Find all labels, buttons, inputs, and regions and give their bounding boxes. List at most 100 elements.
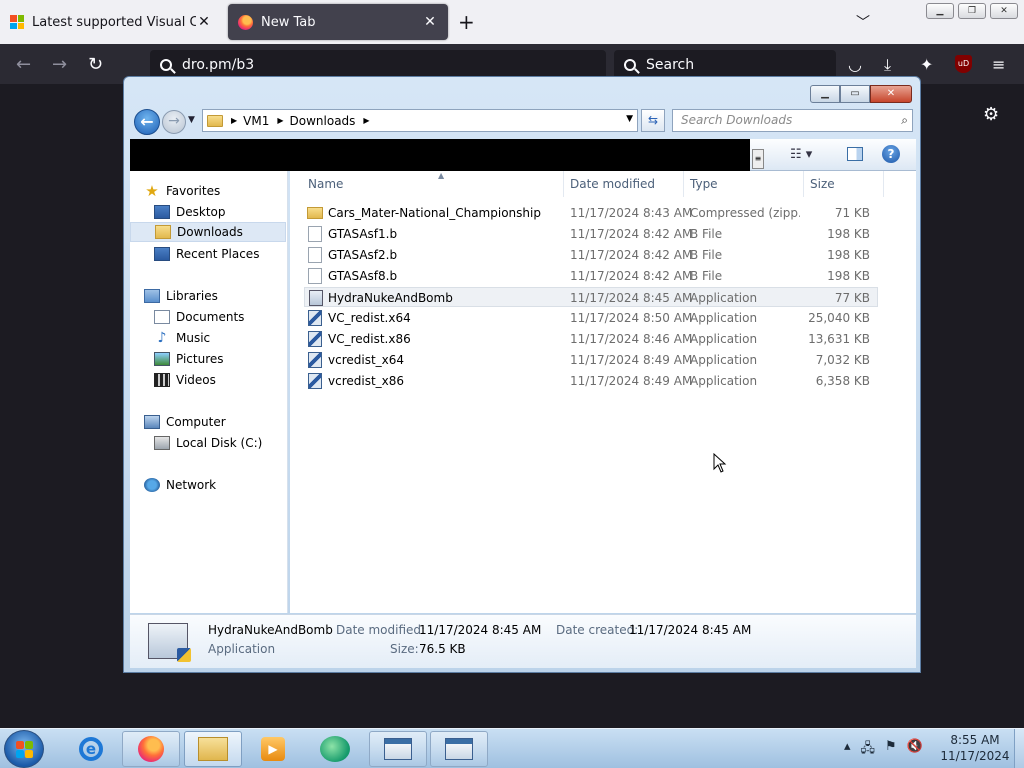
column-header-type[interactable]: Type — [684, 171, 804, 197]
list-tabs-chevron-icon[interactable]: ﹀ — [856, 12, 870, 32]
breadcrumb-vm1[interactable]: VM1 — [243, 114, 269, 128]
taskbar-window-1[interactable] — [369, 731, 427, 767]
breadcrumb-separator-icon[interactable]: ▶ — [277, 116, 283, 125]
column-header-date-modified[interactable]: Date modified — [564, 171, 684, 197]
documents-icon — [154, 310, 170, 324]
start-button[interactable] — [4, 730, 44, 768]
file-size: 13,631 KB — [808, 332, 870, 346]
taskbar-app-fish[interactable] — [306, 731, 364, 767]
back-arrow-icon[interactable]: ← — [16, 54, 31, 75]
preview-pane-icon[interactable] — [847, 147, 863, 161]
taskbar-internet-explorer[interactable]: e — [62, 731, 120, 767]
taskbar-firefox[interactable] — [122, 731, 180, 767]
file-row[interactable]: VC_redist.x64 11/17/2024 8:50 AM Applica… — [304, 308, 878, 328]
back-button[interactable]: ← — [134, 109, 160, 135]
breadcrumb-downloads[interactable]: Downloads — [290, 114, 356, 128]
nav-libraries[interactable]: Libraries — [144, 286, 218, 306]
file-type: B File — [690, 248, 723, 262]
refresh-button[interactable]: ⇆ — [641, 109, 665, 132]
nav-label: Favorites — [166, 184, 221, 198]
forward-arrow-icon[interactable]: → — [52, 54, 67, 75]
generic-file-icon — [308, 247, 322, 263]
settings-gear-icon[interactable]: ⚙ — [983, 104, 999, 125]
file-row[interactable]: GTASAsf8.b 11/17/2024 8:42 AM B File 198… — [304, 266, 878, 286]
clock-time: 8:55 AM — [950, 733, 1000, 747]
file-row-selected[interactable]: HydraNukeAndBomb 11/17/2024 8:45 AM Appl… — [304, 287, 878, 307]
tab-close-icon[interactable]: ✕ — [422, 14, 438, 30]
restore-button[interactable]: ❐ — [958, 3, 986, 19]
nav-favorites[interactable]: ★ Favorites — [144, 181, 220, 201]
nav-network[interactable]: Network — [144, 475, 216, 495]
file-name: Cars_Mater-National_Championship — [328, 206, 541, 220]
size-label: Size: — [390, 642, 419, 656]
taskbar-media-player[interactable]: ▶ — [244, 731, 302, 767]
file-name: VC_redist.x64 — [328, 311, 411, 325]
network-tray-icon[interactable]: 🖧 — [861, 739, 876, 761]
reload-icon[interactable]: ↻ — [88, 54, 103, 75]
tab-new-tab[interactable]: New Tab ✕ — [228, 4, 448, 40]
new-tab-plus-icon[interactable]: + — [458, 10, 475, 34]
nav-music[interactable]: ♪ Music — [154, 328, 211, 348]
installer-icon — [308, 310, 322, 326]
file-size: 25,040 KB — [808, 311, 870, 325]
breadcrumb-separator-icon[interactable]: ▶ — [231, 116, 237, 125]
action-center-flag-icon[interactable]: ⚑ — [885, 739, 897, 761]
nav-computer[interactable]: Computer — [144, 412, 226, 432]
extensions-icon[interactable]: ✦ — [920, 55, 933, 74]
taskbar-window-2[interactable] — [430, 731, 488, 767]
tab-title: Latest supported Visual C++ Re — [32, 14, 196, 30]
pocket-icon[interactable]: ◡ — [848, 55, 862, 74]
help-icon[interactable]: ? — [882, 145, 900, 163]
ublock-origin-icon[interactable]: uD — [955, 55, 972, 73]
downloads-icon[interactable]: ⤓ — [884, 55, 891, 75]
file-type: B File — [690, 227, 723, 241]
file-row[interactable]: vcredist_x86 11/17/2024 8:49 AM Applicat… — [304, 371, 878, 391]
file-size: 71 KB — [834, 206, 870, 220]
taskbar-windows-explorer[interactable] — [184, 731, 242, 767]
toolbar-overflow-icon[interactable]: ≡ — [752, 149, 764, 169]
url-text: dro.pm/b3 — [182, 57, 255, 73]
nav-recent-places[interactable]: Recent Places — [154, 244, 259, 264]
forward-button[interactable]: → — [162, 110, 186, 134]
column-label: Date modified — [570, 177, 656, 191]
taskbar: e ▶ ▴ 🖧 ⚑ 🔇 8:55 AM 11/17/2024 — [0, 728, 1024, 768]
file-row[interactable]: VC_redist.x86 11/17/2024 8:46 AM Applica… — [304, 329, 878, 349]
search-icon — [624, 59, 636, 71]
file-type: Application — [690, 311, 758, 325]
column-header-name[interactable]: Name ▲ — [302, 171, 564, 197]
nav-local-disk[interactable]: Local Disk (C:) — [154, 433, 262, 453]
volume-muted-icon[interactable]: 🔇 — [907, 739, 923, 761]
tab-visual-cpp[interactable]: Latest supported Visual C++ Re ✕ — [0, 4, 222, 40]
maximize-button[interactable]: ▭ — [840, 85, 870, 103]
search-downloads-input[interactable]: Search Downloads ⌕ — [672, 109, 913, 132]
address-dropdown-icon[interactable]: ▼ — [626, 114, 633, 124]
date-modified-label: Date modified: — [336, 623, 426, 637]
system-clock[interactable]: 8:55 AM 11/17/2024 — [940, 732, 1010, 764]
file-row[interactable]: vcredist_x64 11/17/2024 8:49 AM Applicat… — [304, 350, 878, 370]
breadcrumb-separator-icon[interactable]: ▶ — [363, 116, 369, 125]
file-row[interactable]: GTASAsf1.b 11/17/2024 8:42 AM B File 198… — [304, 224, 878, 244]
file-size: 198 KB — [827, 269, 870, 283]
recent-pages-dropdown-icon[interactable]: ▼ — [188, 115, 195, 125]
minimize-button[interactable]: ▁ — [810, 85, 840, 103]
file-row[interactable]: GTASAsf2.b 11/17/2024 8:42 AM B File 198… — [304, 245, 878, 265]
nav-videos[interactable]: Videos — [154, 370, 216, 390]
nav-documents[interactable]: Documents — [154, 307, 244, 327]
change-view-icon[interactable]: ☷ ▾ — [790, 147, 812, 162]
file-row[interactable]: Cars_Mater-National_Championship 11/17/2… — [304, 203, 878, 223]
hard-disk-icon — [154, 436, 170, 450]
minimize-button[interactable]: ▁ — [926, 3, 954, 19]
nav-desktop[interactable]: Desktop — [154, 202, 226, 222]
show-desktop-button[interactable] — [1014, 729, 1024, 768]
address-bar[interactable]: ▶ VM1 ▶ Downloads ▶ ▼ — [202, 109, 638, 132]
close-button[interactable]: ✕ — [990, 3, 1018, 19]
nav-downloads[interactable]: Downloads — [130, 222, 286, 242]
tab-close-icon[interactable]: ✕ — [196, 14, 212, 30]
show-hidden-icons-icon[interactable]: ▴ — [844, 739, 851, 761]
column-header-size[interactable]: Size — [804, 171, 884, 197]
file-date: 11/17/2024 8:50 AM — [570, 311, 693, 325]
generic-file-icon — [308, 226, 322, 242]
nav-pictures[interactable]: Pictures — [154, 349, 224, 369]
close-button[interactable]: ✕ — [870, 85, 912, 103]
hamburger-menu-icon[interactable]: ≡ — [992, 55, 1005, 74]
